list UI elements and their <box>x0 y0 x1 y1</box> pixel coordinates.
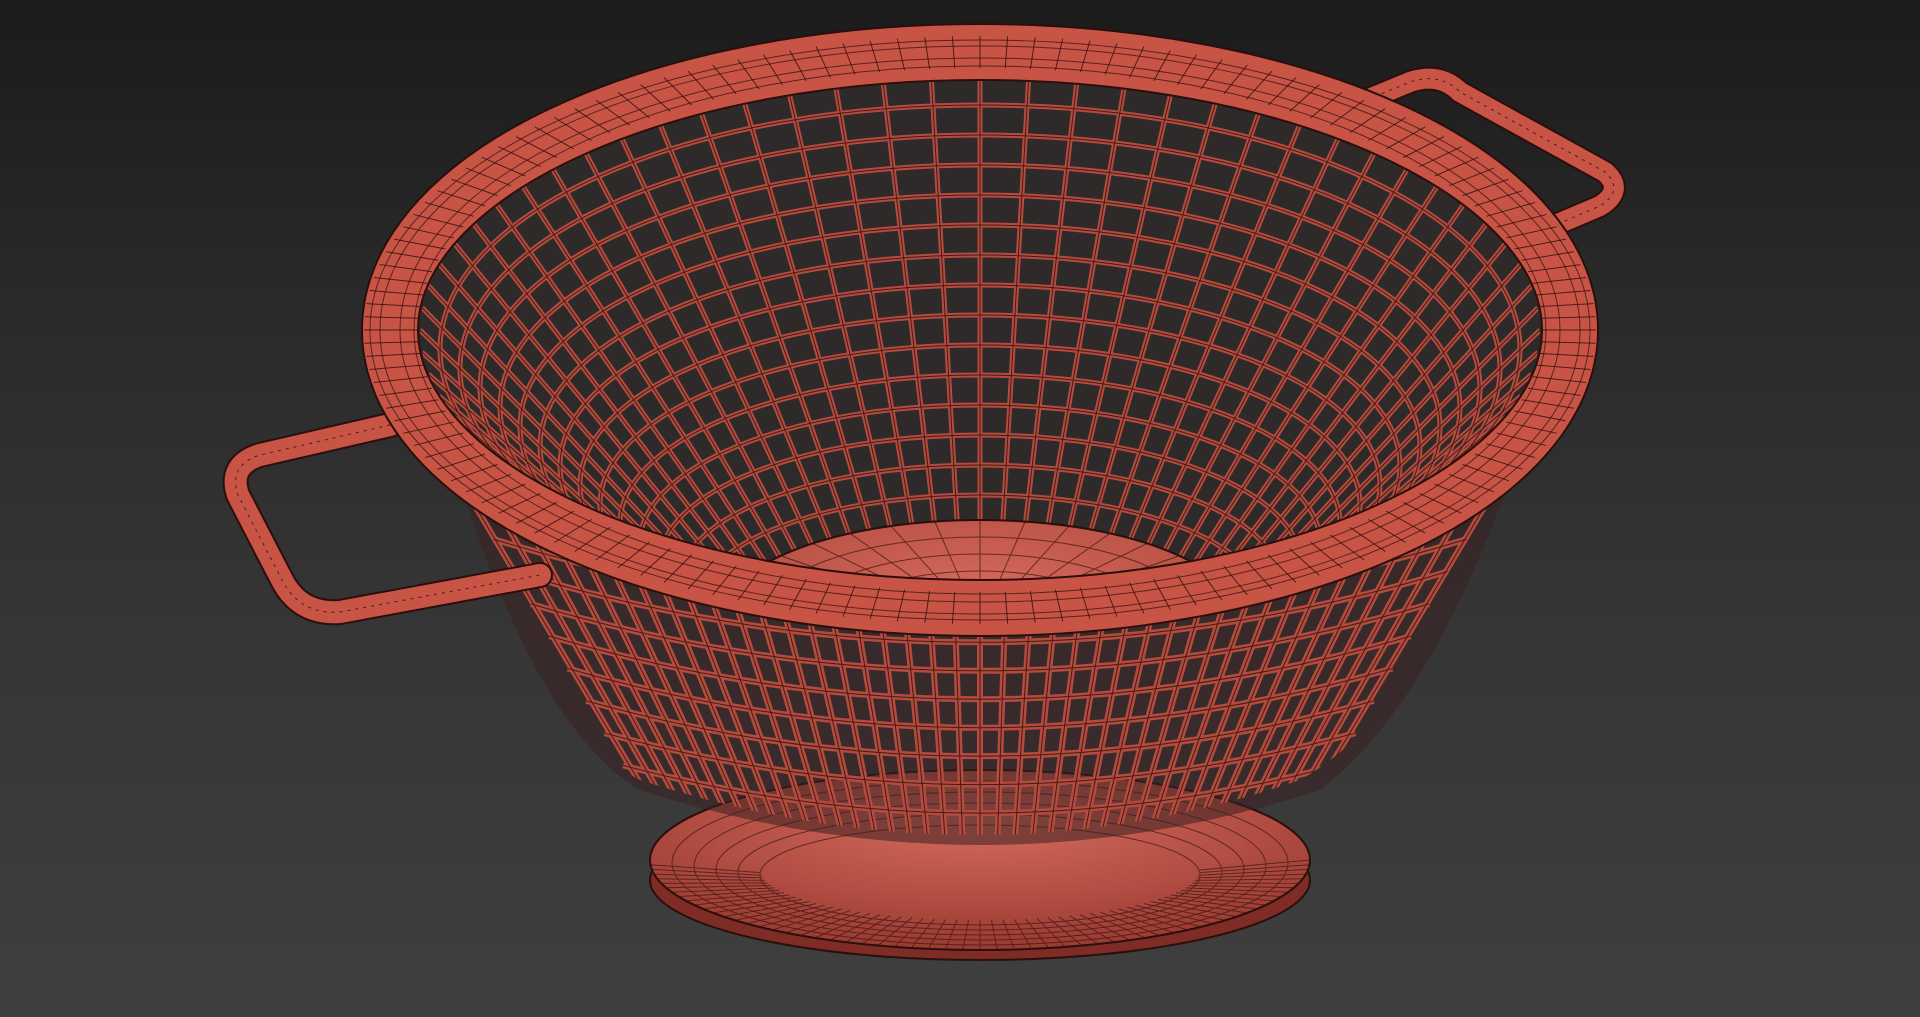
viewport-canvas[interactable] <box>0 0 1920 1017</box>
3d-viewport[interactable] <box>0 0 1920 1017</box>
